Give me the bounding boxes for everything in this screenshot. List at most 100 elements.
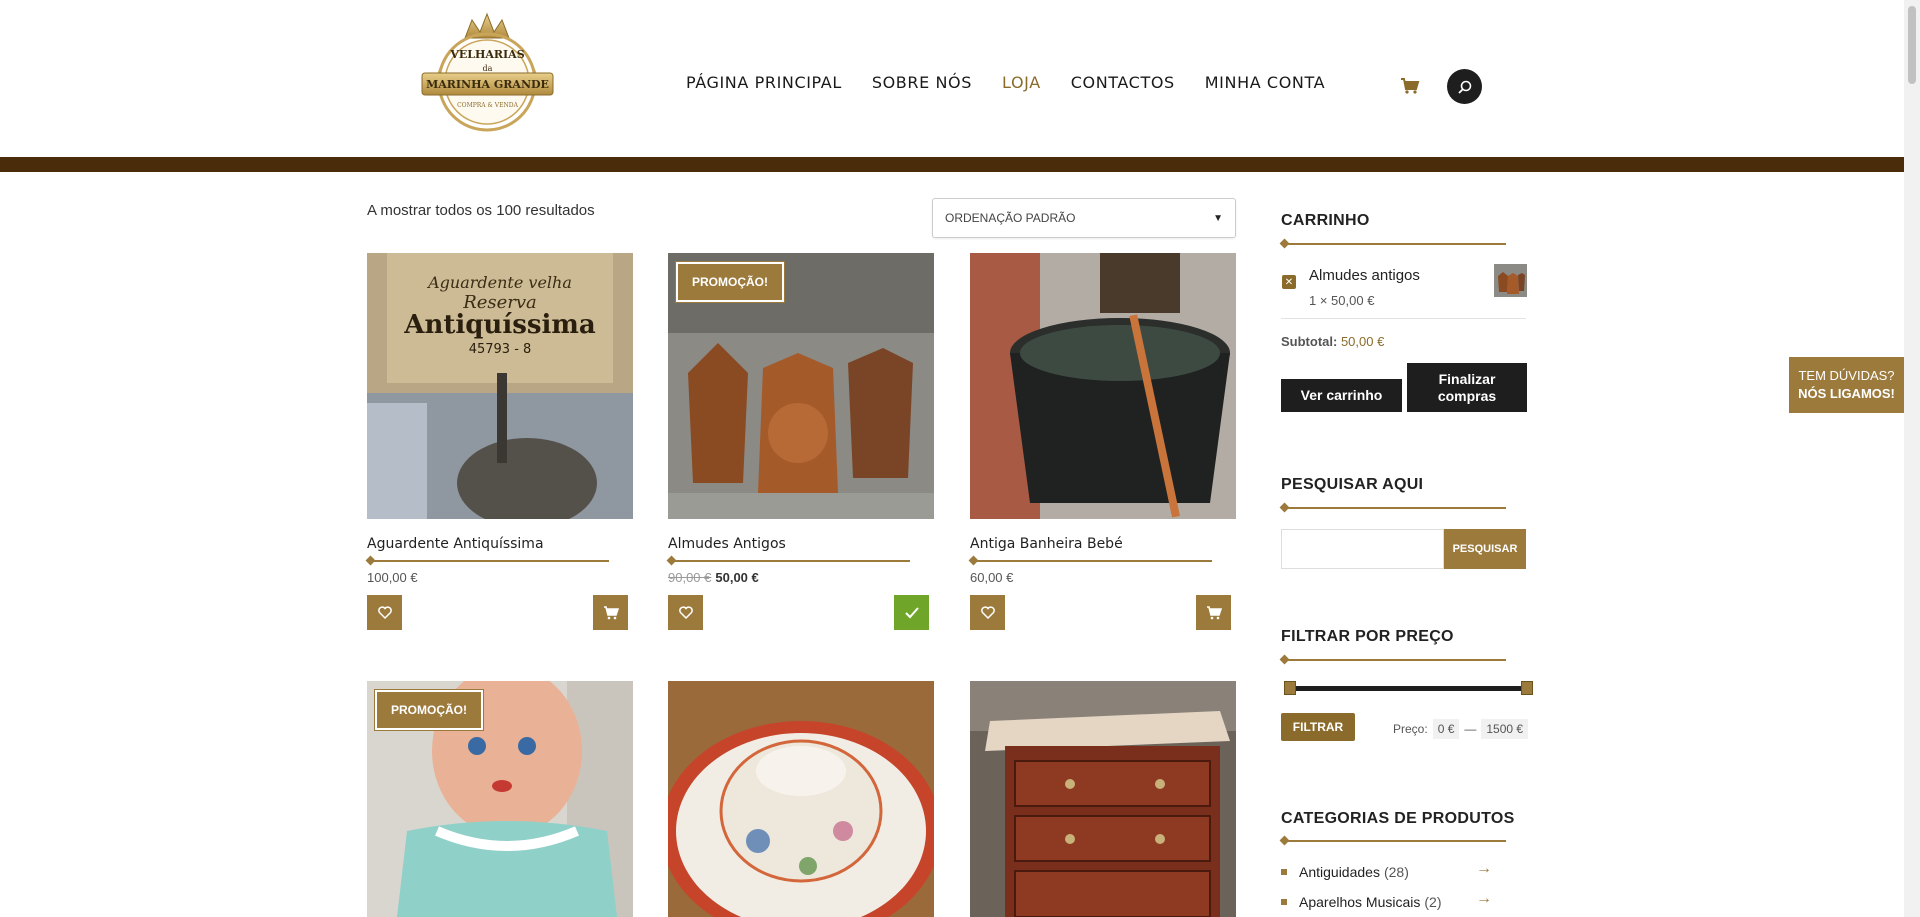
price-max: 1500 € (1481, 719, 1529, 739)
widget-divider (1279, 654, 1506, 665)
category-count: (2) (1424, 894, 1442, 910)
subtotal-value: 50,00 € (1340, 334, 1385, 349)
cart-icon (603, 605, 619, 619)
logo-text-velharias: VELHARIAS (450, 48, 525, 61)
order-select[interactable]: ORDENAÇÃO PADRÃO ▼ (932, 198, 1236, 238)
product-price: 90,00 €50,00 € (668, 570, 934, 585)
widget-divider (1279, 502, 1506, 513)
product-current-price: 100,00 € (367, 570, 418, 585)
nav-minha-conta[interactable]: MINHA CONTA (1205, 73, 1325, 92)
widget-divider (1279, 238, 1506, 249)
product-card (970, 681, 1236, 917)
product-price: 60,00 € (970, 570, 1236, 585)
site-logo[interactable]: VELHARIAS da MARINHA GRANDE COMPRA & VEN… (420, 10, 555, 140)
price-filter-title: FILTRAR POR PREÇO (1281, 628, 1454, 645)
cart-icon (1206, 605, 1222, 619)
cart-item-quantity: 1 × 50,00 € (1309, 293, 1375, 308)
subtotal-label: Subtotal: (1281, 334, 1338, 349)
logo-text-marinha-grande: MARINHA GRANDE (426, 78, 549, 91)
price-min: 0 € (1432, 719, 1460, 739)
cart-widget-title: CARRINHO (1281, 212, 1370, 229)
product-current-price: 60,00 € (970, 570, 1014, 585)
price-label: Preço: (1393, 722, 1428, 736)
product-current-price: 50,00 € (715, 570, 759, 585)
chevron-down-icon: ▼ (1213, 212, 1223, 224)
product-card: Aguardente velha Reserva Antiquíssima 45… (365, 253, 633, 631)
product-name[interactable]: Almudes Antigos (668, 536, 934, 552)
wishlist-button[interactable] (668, 595, 703, 630)
nav-pagina-principal[interactable]: PÁGINA PRINCIPAL (686, 73, 842, 92)
add-to-cart-button[interactable] (593, 595, 628, 630)
page-scrollbar[interactable] (1904, 0, 1920, 917)
widget-divider (1279, 835, 1506, 846)
product-image[interactable] (970, 253, 1236, 519)
svg-text:Antiquíssima: Antiquíssima (403, 310, 596, 340)
product-divider (968, 555, 1212, 566)
checkout-button[interactable]: Finalizar compras (1407, 363, 1527, 412)
product-old-price: 90,00 € (668, 570, 712, 585)
results-count: A mostrar todos os 100 resultados (367, 202, 595, 219)
svg-text:Aguardente velha: Aguardente velha (426, 273, 572, 292)
header-search-button[interactable] (1447, 69, 1482, 104)
search-submit-button[interactable]: PESQUISAR (1444, 529, 1526, 569)
product-card (668, 681, 934, 917)
product-image[interactable] (970, 681, 1236, 917)
site-header: VELHARIAS da MARINHA GRANDE COMPRA & VEN… (0, 0, 1904, 157)
wishlist-button[interactable] (367, 595, 402, 630)
category-label: Antiguidades (1299, 864, 1380, 880)
view-cart-button[interactable]: Ver carrinho (1281, 379, 1402, 412)
product-image[interactable]: Aguardente velha Reserva Antiquíssima 45… (367, 253, 633, 519)
arrow-right-icon[interactable]: → (1476, 860, 1492, 878)
bullet-icon (1281, 899, 1287, 905)
heart-icon (678, 606, 693, 619)
cart-icon[interactable] (1400, 77, 1420, 95)
callback-tab[interactable]: TEM DÚVIDAS? NÓS LIGAMOS! (1789, 357, 1904, 413)
wishlist-button[interactable] (970, 595, 1005, 630)
search-input[interactable] (1281, 529, 1444, 569)
product-card: Antiga Banheira Bebé 60,00 € (968, 253, 1236, 631)
price-dash: — (1464, 722, 1477, 736)
product-name[interactable]: Antiga Banheira Bebé (970, 536, 1236, 552)
cart-item-thumbnail[interactable] (1494, 264, 1527, 297)
nav-sobre-nos[interactable]: SOBRE NÓS (872, 73, 972, 92)
close-icon: ✕ (1284, 276, 1294, 288)
price-slider-track[interactable] (1290, 686, 1527, 691)
product-image[interactable]: PROMOÇÃO! (367, 681, 633, 917)
category-item[interactable]: Antiguidades (28) (1281, 864, 1409, 880)
product-image[interactable] (668, 681, 934, 917)
product-card: PROMOÇÃO! (367, 681, 633, 917)
cart-item-name[interactable]: Almudes antigos (1309, 267, 1420, 284)
svg-text:45793 - 8: 45793 - 8 (469, 342, 532, 357)
product-price: 100,00 € (367, 570, 633, 585)
callback-tab-line1: TEM DÚVIDAS? (1798, 367, 1895, 383)
product-card: PROMOÇÃO! Almudes Antigos 90,00 €50,00 € (666, 253, 934, 631)
heart-icon (980, 606, 995, 619)
product-image[interactable]: PROMOÇÃO! (668, 253, 934, 519)
promo-badge: PROMOÇÃO! (374, 689, 484, 731)
search-widget-title: PESQUISAR AQUI (1281, 476, 1424, 493)
cart-subtotal: Subtotal: 50,00 € (1281, 334, 1384, 349)
categories-title: CATEGORIAS DE PRODUTOS (1281, 810, 1515, 827)
heart-icon (377, 606, 392, 619)
nav-loja[interactable]: LOJA (1002, 73, 1041, 92)
added-to-cart-button[interactable] (894, 595, 929, 630)
category-label: Aparelhos Musicais (1299, 894, 1421, 910)
arrow-right-icon[interactable]: → (1476, 890, 1492, 908)
order-select-value: ORDENAÇÃO PADRÃO (945, 211, 1076, 225)
search-icon (1457, 80, 1471, 94)
price-slider-max-handle[interactable] (1521, 681, 1533, 695)
main-nav: PÁGINA PRINCIPAL SOBRE NÓS LOJA CONTACTO… (686, 73, 1355, 92)
product-name[interactable]: Aguardente Antiquíssima (367, 536, 633, 552)
nav-contactos[interactable]: CONTACTOS (1071, 73, 1175, 92)
logo-text-compra-venda: COMPRA & VENDA (457, 102, 518, 109)
filter-button[interactable]: FILTRAR (1281, 713, 1355, 741)
header-band (0, 157, 1904, 172)
product-divider (365, 555, 609, 566)
add-to-cart-button[interactable] (1196, 595, 1231, 630)
remove-item-button[interactable]: ✕ (1282, 275, 1296, 289)
price-slider-min-handle[interactable] (1284, 681, 1296, 695)
price-range: Preço: 0 € — 1500 € (1393, 719, 1529, 739)
scrollbar-thumb[interactable] (1908, 6, 1916, 84)
category-item[interactable]: Aparelhos Musicais (2) (1281, 894, 1442, 910)
callback-tab-line2: NÓS LIGAMOS! (1798, 386, 1895, 401)
